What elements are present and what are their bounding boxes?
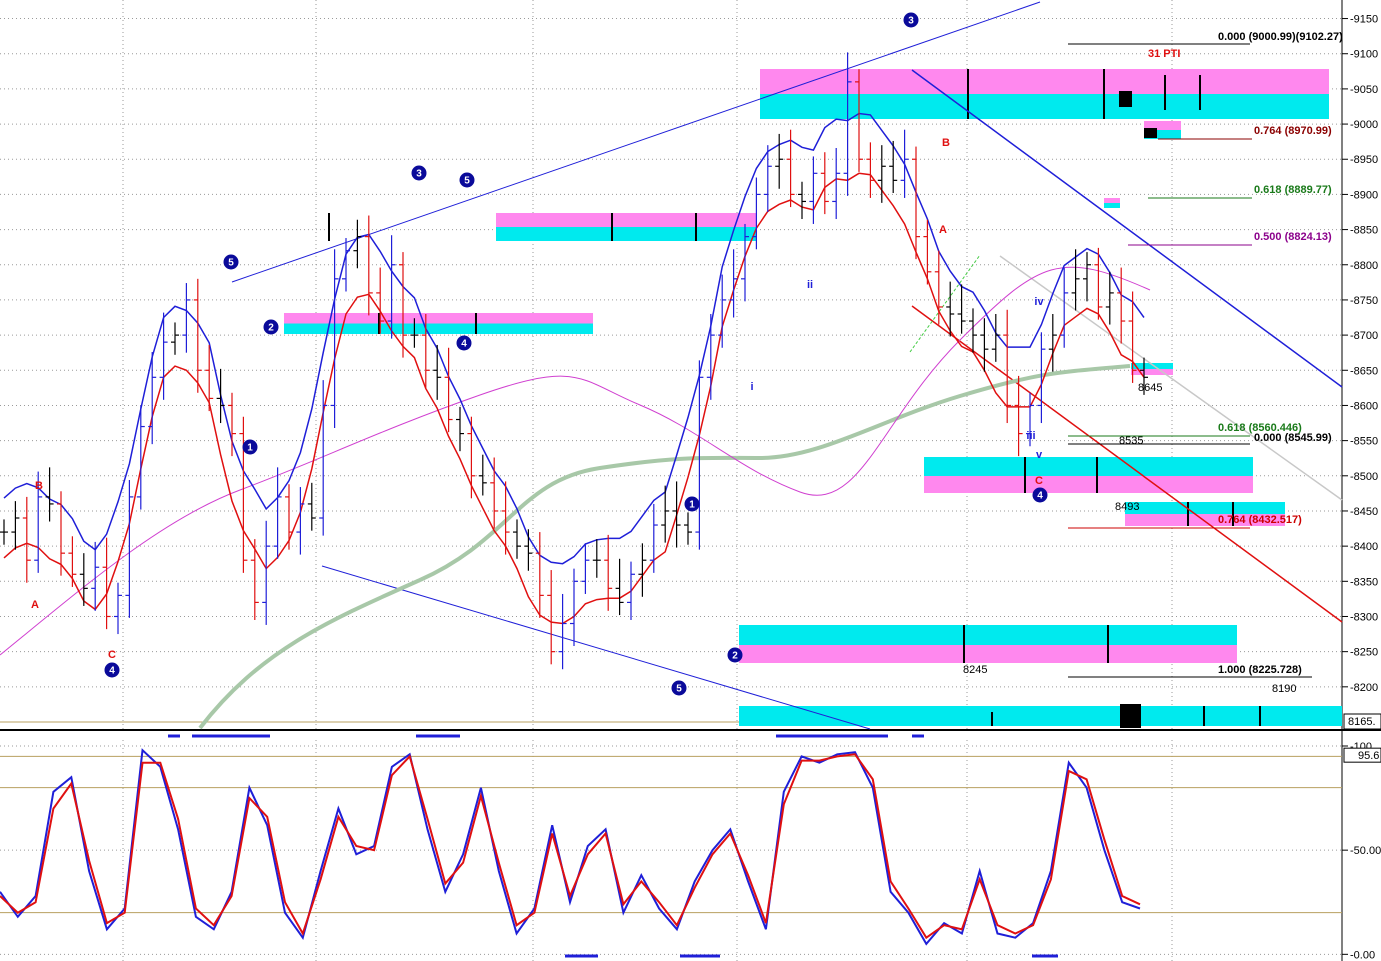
small-band-magenta: [1104, 198, 1120, 203]
axis-tick-label: -8250: [1350, 647, 1378, 659]
oscillator-axis: -100-50.00-0.0095.6: [1342, 741, 1381, 961]
price-note: 31 PTI: [1148, 48, 1180, 60]
price-note: 8245: [963, 664, 987, 676]
axis-tick-label: -0.00: [1350, 949, 1375, 961]
wave-label: 1: [247, 443, 253, 454]
wave-label: iv: [1034, 296, 1044, 308]
oscillator-series-line: [0, 753, 1141, 940]
low-band-cyan: [739, 625, 1237, 645]
axis-tick-label: -8550: [1350, 436, 1378, 448]
small-band-cyan: [1104, 203, 1120, 208]
oscillator-gridlines: [0, 740, 1342, 961]
price-note: 8535: [1119, 435, 1143, 447]
wave-label: 4: [109, 666, 115, 677]
wave-label: 4: [461, 339, 467, 350]
axis-tick-label: -8900: [1350, 189, 1378, 201]
axis-tick-label: -9000: [1350, 119, 1378, 131]
axis-tick-label: -8750: [1350, 295, 1378, 307]
block-marker: [1119, 91, 1132, 107]
band-cyan: [1125, 502, 1285, 514]
wave-label: 5: [676, 684, 682, 695]
fib-label: 0.000 (8545.99): [1254, 432, 1332, 444]
wave-label: 1: [689, 500, 695, 511]
axis-tick-label: -9100: [1350, 49, 1378, 61]
fib-label: 0.500 (8824.13): [1254, 231, 1332, 243]
block-marker: [1120, 704, 1141, 728]
axis-tick-label: -8600: [1350, 400, 1378, 412]
wave-label: B: [942, 137, 950, 149]
low-band-magenta: [739, 645, 1237, 663]
fib-label: 0.000 (9000.99)(9102.27): [1218, 31, 1343, 43]
bottom-band-cyan: [739, 706, 1342, 726]
band-cyan: [496, 227, 757, 241]
fib-label: 0.618 (8889.77): [1254, 184, 1332, 196]
support-band-cyan: [924, 457, 1253, 476]
resistance-band-magenta: [760, 69, 1329, 94]
support-band-magenta: [924, 476, 1253, 493]
wave-label: 4: [1037, 491, 1043, 502]
band-magenta: [496, 213, 757, 227]
axis-tick-label: -8300: [1350, 611, 1378, 623]
wave-label: 3: [416, 169, 422, 180]
price-axis: -9150 -9100 -9050 -9000 -8950 -8900 -8850 -8800…: [1342, 14, 1381, 730]
wave-label: 2: [732, 651, 738, 662]
oscillator-lines: [0, 748, 1141, 946]
axis-tick-label: -8500: [1350, 471, 1378, 483]
wave-label: 5: [464, 176, 470, 187]
band-cyan: [284, 323, 593, 334]
last-value-label: 95.6: [1358, 750, 1379, 762]
price-note: 8190: [1272, 683, 1296, 695]
resistance-band-cyan: [760, 94, 1329, 119]
axis-tick-label: -8450: [1350, 506, 1378, 518]
fib-label: 0.764 (8970.99): [1254, 125, 1332, 137]
wave-label: B: [35, 480, 43, 492]
last-price-label: 8165.: [1348, 716, 1376, 728]
price-note: 8493: [1115, 501, 1139, 513]
axis-tick-label: -8950: [1350, 154, 1378, 166]
wave-label: 5: [228, 258, 234, 269]
axis-tick-label: -50.00: [1350, 845, 1381, 857]
wave-label: 2: [268, 323, 274, 334]
axis-tick-label: -9150: [1350, 14, 1378, 26]
axis-tick-label: -8400: [1350, 541, 1378, 553]
fib-label: 1.000 (8225.728): [1218, 664, 1302, 676]
wave-label: A: [939, 224, 947, 236]
wave-label: ii: [807, 279, 813, 291]
oscillator-series-line: [0, 748, 1141, 946]
wave-label: iii: [1026, 430, 1035, 442]
price-chart[interactable]: 0.000 (9000.99)(9102.27) 0.764 (8970.99) 0…: [0, 0, 1381, 961]
axis-tick-label: -8200: [1350, 682, 1378, 694]
wave-label: A: [31, 599, 39, 611]
axis-tick-label: -8650: [1350, 365, 1378, 377]
axis-tick-label: -9050: [1350, 84, 1378, 96]
axis-tick-label: -8800: [1350, 260, 1378, 272]
wave-label: C: [108, 649, 116, 661]
price-note: 8645: [1138, 382, 1162, 394]
wave-label: i: [750, 381, 753, 393]
axis-tick-label: -8700: [1350, 330, 1378, 342]
wave-label: v: [1036, 449, 1043, 461]
wave-label: C: [1035, 475, 1043, 487]
wave-label: 3: [908, 16, 914, 27]
block-marker: [1144, 128, 1157, 138]
axis-tick-label: -8350: [1350, 576, 1378, 588]
axis-tick-label: -8850: [1350, 225, 1378, 237]
fib-label: 0.764 (8432.517): [1218, 514, 1302, 526]
